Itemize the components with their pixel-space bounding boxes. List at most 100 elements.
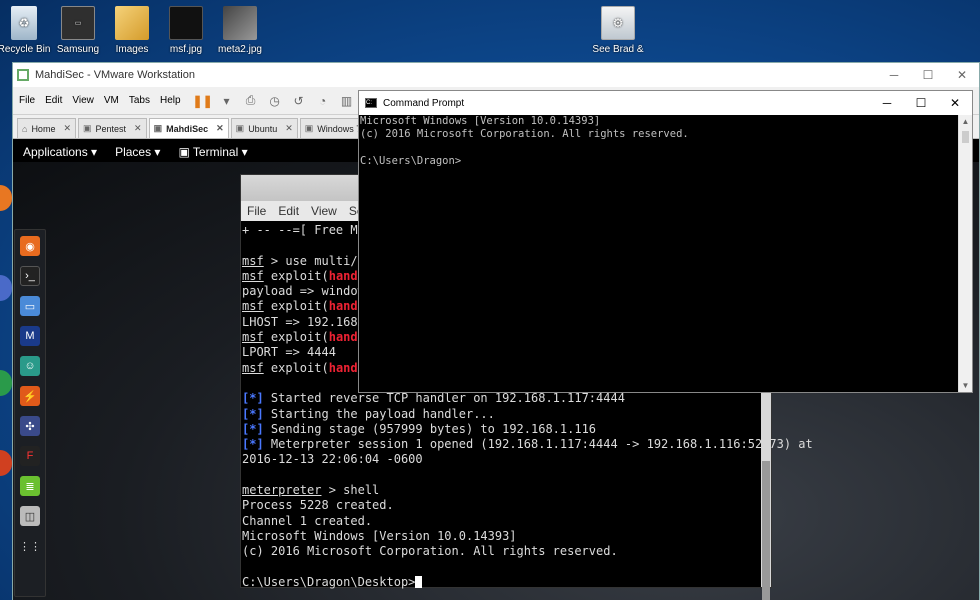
- desktop-icon-images[interactable]: Images: [102, 2, 162, 55]
- places-menu[interactable]: Places ▾: [115, 145, 160, 159]
- vmware-title: MahdiSec - VMware Workstation: [35, 69, 195, 81]
- maximize-button[interactable]: ☐: [911, 68, 945, 82]
- vm-icon: ▣: [235, 123, 245, 133]
- folder-icon: [115, 6, 149, 40]
- tab-pentest[interactable]: ▣ Pentest ✕: [78, 118, 147, 138]
- terminal-icon[interactable]: ›_: [20, 266, 40, 286]
- metasploit-icon[interactable]: M: [20, 326, 40, 346]
- maximize-button[interactable]: ☐: [904, 96, 938, 110]
- msf-prompt: msf: [242, 253, 264, 268]
- command-prompt-titlebar[interactable]: C: Command Prompt ─ ☐ ✕: [359, 91, 972, 115]
- desktop-icon-label: Recycle Bin: [0, 44, 51, 55]
- terminal-line: C:\Users\Dragon\Desktop>: [242, 574, 416, 589]
- terminal-line: > shell: [321, 483, 380, 498]
- terminal-line: 2016-12-13 22:06:04 -0600: [242, 452, 423, 467]
- tab-label: Ubuntu: [248, 123, 278, 134]
- maltego-icon[interactable]: ✣: [20, 416, 40, 436]
- minimize-button[interactable]: ─: [870, 96, 904, 110]
- menu-file[interactable]: File: [247, 204, 266, 218]
- firefox-icon[interactable]: ◉: [20, 236, 40, 256]
- terminal-line: LHOST => 192.168.1: [242, 314, 373, 329]
- desktop-icon-recycle-bin[interactable]: ♻ Recycle Bin: [0, 2, 54, 55]
- console-line: Microsoft Windows [Version 10.0.14393]: [360, 115, 601, 127]
- menu-edit[interactable]: Edit: [278, 204, 299, 218]
- tab-home[interactable]: ⌂ Home ✕: [17, 118, 76, 138]
- desktop-icon-samsung[interactable]: ▭ Samsung: [48, 2, 108, 55]
- menu-help[interactable]: Help: [160, 95, 181, 106]
- screenshot-icon[interactable]: ◫: [20, 506, 40, 526]
- terminal-line: exploit(: [263, 268, 329, 283]
- vmware-logo-icon: [17, 69, 29, 81]
- menu-view[interactable]: View: [311, 204, 337, 218]
- notes-icon[interactable]: ≣: [20, 476, 40, 496]
- terminal-line: Process 5228 created.: [242, 498, 394, 513]
- scrollbar-thumb[interactable]: [762, 461, 770, 600]
- send-keys-icon[interactable]: ⎙: [243, 93, 259, 109]
- tab-windows-7[interactable]: ▣ Windows 7: [299, 118, 367, 138]
- close-icon[interactable]: ✕: [63, 123, 71, 134]
- faraday-icon[interactable]: F: [20, 446, 40, 466]
- desktop-icon-meta2[interactable]: meta2.jpg: [210, 2, 270, 55]
- status-marker: [*]: [242, 406, 264, 421]
- msf-prompt: msf: [242, 268, 264, 283]
- tab-label: Home: [31, 123, 56, 134]
- image-file-icon: [223, 6, 257, 40]
- host-icon-partial: [0, 275, 12, 301]
- close-button[interactable]: ✕: [938, 96, 972, 110]
- tab-label: MahdiSec: [166, 123, 209, 134]
- menu-tabs[interactable]: Tabs: [129, 95, 150, 106]
- desktop-icon-label: meta2.jpg: [218, 44, 262, 55]
- desktop-icon-label: Samsung: [56, 44, 100, 55]
- cmd-icon: C:: [365, 98, 377, 108]
- sidebar-toggle-icon[interactable]: ▥: [339, 93, 355, 109]
- host-icon-partial: [0, 185, 12, 211]
- armitage-icon[interactable]: ☺: [20, 356, 40, 376]
- files-icon[interactable]: ▭: [20, 296, 40, 316]
- scrollbar-thumb[interactable]: [962, 131, 969, 143]
- scroll-down-icon[interactable]: ▼: [959, 381, 972, 390]
- vm-icon: ▣: [153, 123, 163, 133]
- tab-ubuntu[interactable]: ▣ Ubuntu ✕: [230, 118, 298, 138]
- desktop-icon-see-brad[interactable]: ⚙ See Brad &: [588, 2, 648, 55]
- recycle-bin-icon: ♻: [11, 6, 37, 40]
- snapshot-manager-icon[interactable]: ◔: [315, 93, 331, 109]
- chevron-down-icon[interactable]: ▾: [219, 93, 235, 109]
- menu-edit[interactable]: Edit: [45, 95, 62, 106]
- tab-mahdisec[interactable]: ▣ MahdiSec ✕: [148, 118, 229, 138]
- command-prompt-scrollbar[interactable]: ▲ ▼: [958, 115, 972, 392]
- command-prompt-output[interactable]: Microsoft Windows [Version 10.0.14393] (…: [359, 115, 972, 168]
- vmware-titlebar[interactable]: MahdiSec - VMware Workstation ─ ☐ ✕: [13, 63, 979, 87]
- console-line: (c) 2016 Microsoft Corporation. All righ…: [360, 128, 689, 141]
- terminal-line: + -- --=[ Free Met: [242, 223, 373, 237]
- terminal-line: > use multi/ha: [263, 253, 373, 268]
- msf-prompt: msf: [242, 330, 264, 345]
- msf-prompt: msf: [242, 360, 264, 375]
- minimize-button[interactable]: ─: [877, 68, 911, 82]
- terminal-line: Starting the payload handler...: [263, 406, 495, 421]
- burpsuite-icon[interactable]: ⚡: [20, 386, 40, 406]
- menu-file[interactable]: File: [19, 95, 35, 106]
- desktop-icon-msf[interactable]: msf.jpg: [156, 2, 216, 55]
- close-button[interactable]: ✕: [945, 68, 979, 82]
- menu-vm[interactable]: VM: [104, 95, 119, 106]
- applications-menu[interactable]: Applications ▾: [23, 145, 97, 159]
- scroll-up-icon[interactable]: ▲: [959, 117, 972, 126]
- terminal-line: Started reverse TCP handler on 192.168.1…: [263, 391, 625, 406]
- desktop-icon-label: See Brad &: [592, 44, 644, 55]
- snapshot-icon[interactable]: ◷: [267, 93, 283, 109]
- terminal-menu[interactable]: ▣ Terminal ▾: [178, 145, 247, 159]
- close-icon[interactable]: ✕: [285, 123, 293, 134]
- meterpreter-prompt: meterpreter: [242, 483, 322, 498]
- pause-icon[interactable]: ❚❚: [193, 93, 213, 109]
- terminal-line: Meterpreter session 1 opened (192.168.1.…: [263, 437, 813, 452]
- revert-snapshot-icon[interactable]: ↺: [291, 93, 307, 109]
- terminal-line: Sending stage (957999 bytes) to 192.168.…: [263, 421, 597, 436]
- close-icon[interactable]: ✕: [134, 123, 142, 134]
- show-applications-icon[interactable]: ⋮⋮: [19, 536, 41, 556]
- menu-view[interactable]: View: [72, 95, 94, 106]
- close-icon[interactable]: ✕: [216, 123, 224, 134]
- text-cursor: [415, 576, 423, 589]
- host-icon-partial: [0, 450, 12, 476]
- window-title: Command Prompt: [383, 97, 465, 109]
- desktop-icon-label: msf.jpg: [169, 44, 203, 55]
